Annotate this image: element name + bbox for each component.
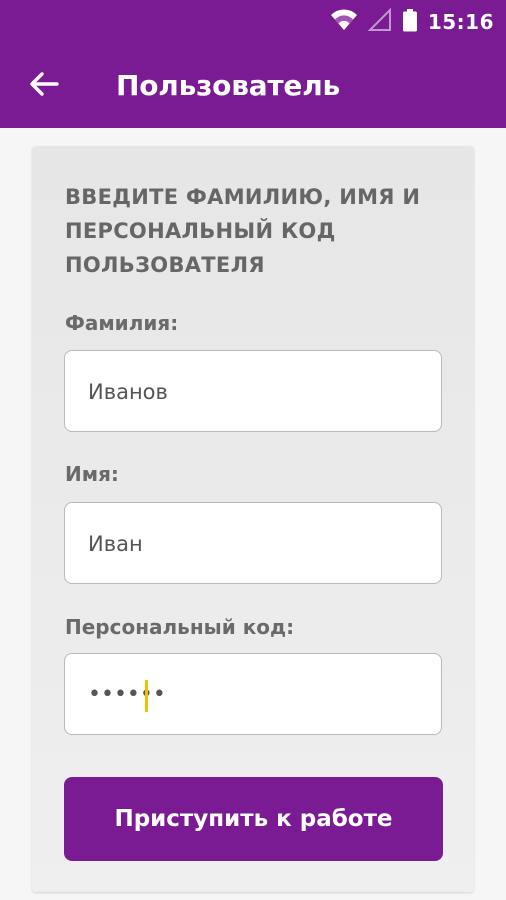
wifi-icon bbox=[330, 8, 358, 36]
page-title: Пользователь bbox=[116, 69, 341, 102]
code-value: •••••• bbox=[88, 682, 166, 707]
text-cursor bbox=[145, 680, 148, 712]
battery-icon bbox=[402, 8, 418, 37]
back-button[interactable] bbox=[20, 64, 68, 108]
signal-icon bbox=[367, 7, 392, 37]
name-label: Имя: bbox=[65, 462, 119, 486]
surname-value: Иванов bbox=[88, 380, 168, 404]
status-bar: 15:16 bbox=[0, 0, 506, 44]
status-time: 15:16 bbox=[427, 10, 494, 34]
form-instruction: ВВЕДИТЕ ФАМИЛИЮ, ИМЯ И ПЕРСОНАЛЬНЫЙ КОД … bbox=[65, 185, 421, 277]
name-value: Иван bbox=[88, 532, 143, 556]
name-field[interactable]: Иван bbox=[64, 502, 442, 584]
arrow-left-icon bbox=[29, 71, 59, 102]
login-card: ВВЕДИТЕ ФАМИЛИЮ, ИМЯ И ПЕРСОНАЛЬНЫЙ КОД … bbox=[32, 146, 474, 892]
app-bar: Пользователь bbox=[0, 44, 506, 128]
code-field[interactable]: •••••• bbox=[64, 653, 442, 735]
surname-field[interactable]: Иванов bbox=[64, 350, 442, 432]
start-work-button[interactable]: Приступить к работе bbox=[64, 777, 443, 861]
code-label: Персональный код: bbox=[65, 615, 295, 639]
status-icons: 15:16 bbox=[330, 7, 494, 37]
surname-label: Фамилия: bbox=[65, 311, 179, 335]
